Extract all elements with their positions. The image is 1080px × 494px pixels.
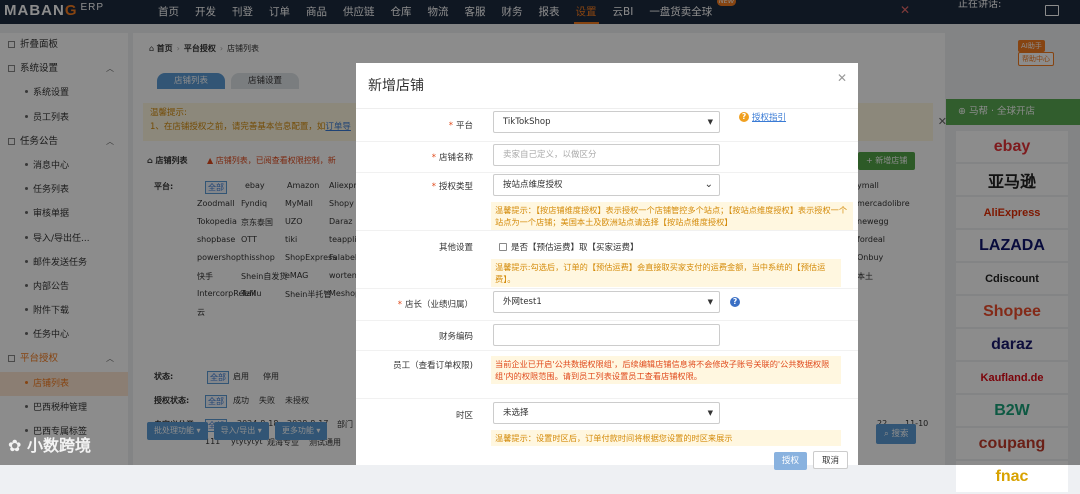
finance-code-input[interactable] — [493, 324, 720, 346]
modal-title: 新增店铺 — [368, 78, 424, 94]
timezone-row: 时区 未选择 ▼ 温馨提示：设置时区后，订单付款时间将根据您设置的时区来展示 — [356, 399, 858, 449]
guide-icon: ? — [739, 112, 749, 122]
marketplace-logo[interactable]: fnac — [956, 461, 1068, 492]
other-settings-row: 其他设置 是否【预估运费】取【买家运费】 温馨提示:勾选后，订单的【预估运费】会… — [356, 231, 858, 289]
watermark: ✿ 小数跨境 — [8, 436, 91, 455]
finance-code-label: 财务编码 — [438, 332, 473, 342]
modal-footer: 授权 取消 — [768, 451, 849, 470]
timezone-select[interactable]: 未选择 ▼ — [493, 402, 720, 424]
auth-type-select[interactable]: 按站点维度授权 ⌄ — [493, 174, 720, 196]
modal-header: 新增店铺 ✕ — [356, 63, 858, 109]
owner-label: * 店长（业绩归属） — [397, 300, 473, 310]
marketplace-logo-text: fnac — [995, 467, 1029, 485]
timezone-tip: 温馨提示：设置时区后，订单付款时间将根据您设置的时区来展示 — [491, 430, 841, 446]
checkbox-box[interactable] — [499, 243, 507, 251]
shop-name-label: * 店铺名称 — [431, 153, 473, 163]
auth-type-tip: 温馨提示：【按店铺维度授权】表示授权一个店铺管控多个站点；【按站点维度授权】表示… — [491, 202, 853, 230]
auth-guide-link[interactable]: 授权指引 — [752, 111, 786, 123]
finance-code-row: 财务编码 — [356, 321, 858, 351]
auth-type-label: * 授权类型 — [431, 182, 473, 192]
staff-row: 员工（查看订单权限) 当前企业已开启'公共数据权限组'，后续编辑店铺信息将不会修… — [356, 351, 858, 399]
shop-name-row: * 店铺名称 卖家自己定义，以做区分 — [356, 142, 858, 173]
platform-row: * 平台 TikTokShop ▼ ? 授权指引 — [356, 109, 858, 142]
owner-select[interactable]: 外网test1 ▼ — [493, 291, 720, 313]
staff-label: 员工（查看订单权限) — [393, 361, 473, 371]
auth-type-row: * 授权类型 按站点维度授权 ⌄ 温馨提示：【按店铺维度授权】表示授权一个店铺管控多… — [356, 173, 858, 231]
other-settings-label: 其他设置 — [438, 243, 473, 253]
add-shop-modal: 新增店铺 ✕ * 平台 TikTokShop ▼ ? 授权指引 * 店铺名称 卖家自己… — [356, 63, 858, 470]
owner-row: * 店长（业绩归属） 外网test1 ▼ ? — [356, 289, 858, 321]
estimate-freight-checkbox[interactable]: 是否【预估运费】取【买家运费】 — [499, 241, 639, 253]
owner-help-icon[interactable]: ? — [730, 297, 740, 307]
close-icon[interactable]: ✕ — [837, 71, 847, 85]
shop-name-input[interactable]: 卖家自己定义，以做区分 — [493, 144, 720, 166]
timezone-label: 时区 — [455, 411, 473, 421]
authorize-button[interactable]: 授权 — [774, 452, 808, 470]
platform-label: * 平台 — [448, 121, 473, 131]
staff-tip: 当前企业已开启'公共数据权限组'，后续编辑店铺信息将不会修改子账号关联的'公共数… — [491, 356, 841, 384]
freight-tip: 温馨提示:勾选后，订单的【预估运费】会直接取买家支付的运费金额，当中系统的【预估… — [491, 259, 841, 287]
platform-select[interactable]: TikTokShop ▼ — [493, 111, 720, 133]
cancel-button[interactable]: 取消 — [813, 451, 849, 469]
